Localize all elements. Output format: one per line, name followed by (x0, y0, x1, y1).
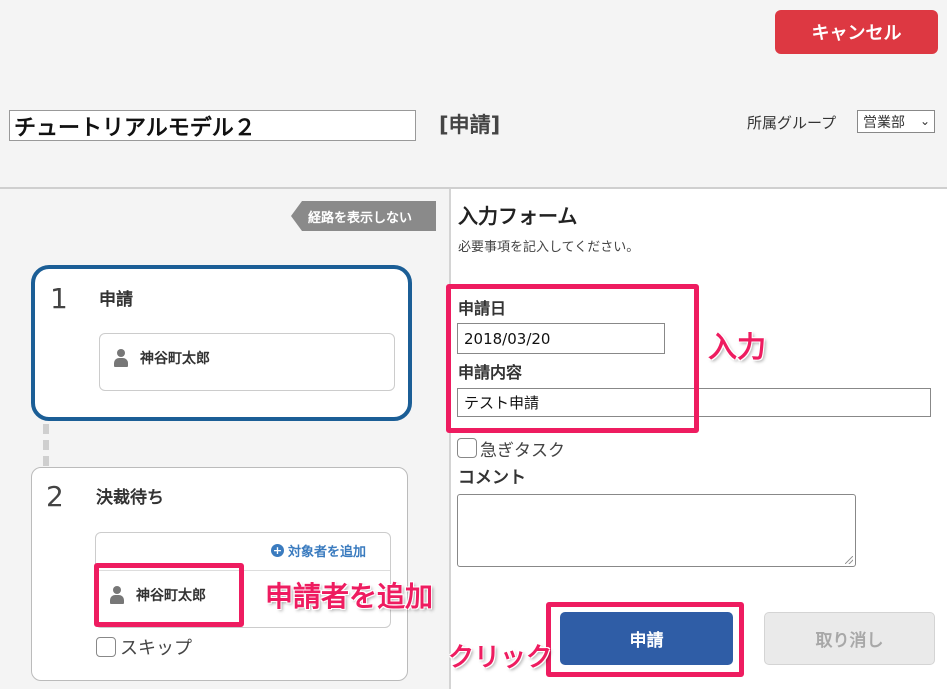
urgent-label: 急ぎタスク (480, 441, 565, 461)
undo-button[interactable]: 取り消し (764, 612, 935, 665)
form-description: 必要事項を記入してください。 (458, 240, 640, 255)
hide-route-button[interactable]: 経路を表示しない (291, 201, 436, 231)
step-number: 2 (46, 480, 64, 513)
step-number: 1 (50, 282, 68, 315)
comment-textarea[interactable] (457, 494, 856, 567)
form-title: 入力フォーム (458, 204, 578, 228)
input-highlight-box (446, 284, 699, 433)
chevron-down-icon: ⌄ (919, 114, 930, 128)
assignee-name: 神谷町太郎 (140, 351, 210, 367)
pane-divider (449, 189, 451, 689)
skip-checkbox[interactable] (96, 637, 116, 657)
urgent-checkbox[interactable] (457, 438, 477, 458)
group-label: 所属グループ (747, 114, 837, 132)
input-annotation: 入力 (708, 330, 767, 364)
applicant-highlight-box (94, 563, 244, 627)
click-annotation: クリック (448, 643, 553, 673)
add-target-link[interactable]: + 対象者を追加 (271, 541, 366, 560)
form-kind-label: [申請] (439, 113, 501, 137)
route-connector (43, 424, 49, 468)
plus-circle-icon: + (271, 544, 284, 557)
group-select[interactable]: 営業部 ⌄ (857, 110, 935, 133)
person-icon (114, 349, 128, 367)
add-target-label: 対象者を追加 (288, 545, 367, 560)
group-selected-value: 営業部 (863, 114, 905, 131)
step-title: 申請 (99, 290, 133, 310)
comment-label: コメント (458, 468, 526, 488)
assignee-row: 神谷町太郎 (114, 348, 210, 368)
task-title-field[interactable]: チュートリアルモデル２ (9, 110, 416, 141)
add-applicant-annotation: 申請者を追加 (265, 580, 434, 613)
cancel-button[interactable]: キャンセル (775, 10, 938, 54)
skip-label: スキップ (120, 638, 192, 659)
submit-highlight-box (546, 602, 744, 677)
step-title: 決裁待ち (96, 488, 164, 508)
resize-handle-icon[interactable] (845, 556, 853, 564)
